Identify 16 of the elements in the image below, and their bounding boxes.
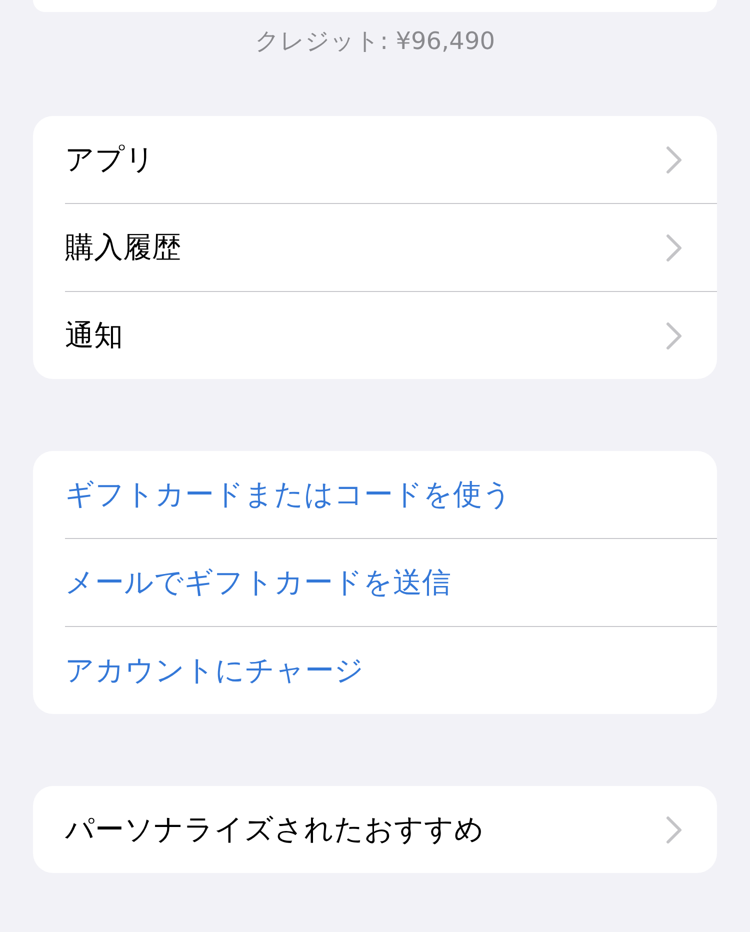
- row-label: アプリ: [65, 140, 155, 178]
- row-label: パーソナライズされたおすすめ: [65, 810, 484, 848]
- row-label: 通知: [65, 316, 123, 354]
- settings-row[interactable]: 購入履歴: [33, 204, 717, 291]
- action-link[interactable]: アカウントにチャージ: [33, 627, 717, 714]
- action-link[interactable]: ギフトカードまたはコードを使う: [33, 451, 717, 538]
- settings-row[interactable]: アプリ: [33, 116, 717, 203]
- settings-row[interactable]: 通知: [33, 292, 717, 379]
- action-link[interactable]: メールでギフトカードを送信: [33, 539, 717, 626]
- settings-row[interactable]: パーソナライズされたおすすめ: [33, 786, 717, 873]
- chevron-icon: [665, 814, 683, 844]
- chevron-icon: [665, 144, 683, 174]
- chevron-icon: [665, 320, 683, 350]
- row-label: 購入履歴: [65, 228, 181, 266]
- chevron-icon: [665, 232, 683, 262]
- credit-balance: クレジット: ¥96,490: [254, 26, 496, 56]
